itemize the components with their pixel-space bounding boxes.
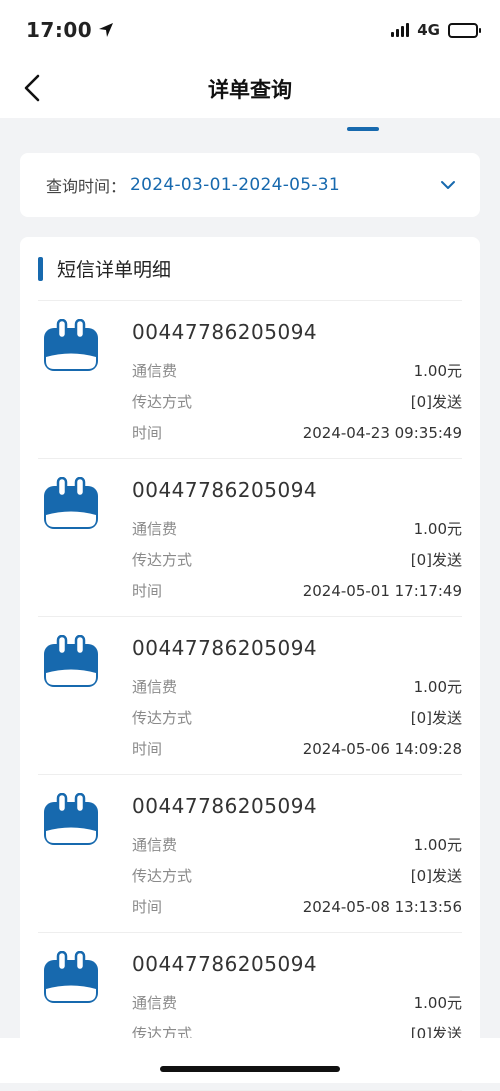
back-button[interactable] — [14, 70, 50, 106]
nav-bar: 详单查询 — [0, 60, 500, 118]
phone-number: 00447786205094 — [132, 320, 318, 344]
list-item: 00447786205094 通信费 1.00元 传达方式 [0]发送 时间 2… — [38, 459, 462, 617]
method-label: 传达方式 — [132, 393, 193, 411]
fee-label: 通信费 — [132, 994, 178, 1012]
sms-detail-card: 短信详单明细 00447786205094 通信费 1.00元 传达方式 [0]… — [20, 237, 480, 1091]
method-value: [0]发送 — [410, 551, 462, 569]
time-value: 2024-05-06 14:09:28 — [302, 739, 462, 758]
phone-number: 00447786205094 — [132, 952, 318, 976]
list-item: 00447786205094 通信费 1.00元 传达方式 [0]发送 时间 2… — [38, 301, 462, 459]
query-time-selector[interactable]: 查询时间： 2024-03-01-2024-05-31 — [20, 153, 480, 217]
fee-label: 通信费 — [132, 678, 178, 696]
fee-label: 通信费 — [132, 520, 178, 538]
method-row: 传达方式 [0]发送 — [132, 386, 462, 417]
phone-number: 00447786205094 — [132, 794, 318, 818]
page-title: 详单查询 — [208, 78, 292, 102]
signal-icon — [391, 23, 410, 37]
time-label: 时间 — [132, 740, 163, 758]
method-value: [0]发送 — [410, 867, 462, 885]
fee-label: 通信费 — [132, 836, 178, 854]
tab-indicator — [347, 127, 379, 131]
calendar-icon — [42, 617, 102, 774]
network-type: 4G — [417, 21, 440, 39]
fee-value: 1.00元 — [413, 994, 462, 1012]
bottom-safe-area — [0, 1038, 500, 1083]
query-time-value: 2024-03-01-2024-05-31 — [130, 175, 341, 195]
status-time-group: 17:00 — [26, 18, 114, 42]
phone-number: 00447786205094 — [132, 478, 318, 502]
time-value: 2024-05-08 13:13:56 — [302, 897, 462, 916]
location-arrow-icon — [99, 23, 114, 37]
time-label: 时间 — [132, 424, 163, 442]
section-title: 短信详单明细 — [57, 259, 172, 281]
record-body: 00447786205094 通信费 1.00元 传达方式 [0]发送 时间 2… — [132, 775, 462, 932]
time-value: 2024-05-01 17:17:49 — [302, 581, 462, 600]
list-item: 00447786205094 通信费 1.00元 传达方式 [0]发送 时间 2… — [38, 617, 462, 775]
calendar-icon — [42, 775, 102, 932]
fee-value: 1.00元 — [413, 362, 462, 380]
fee-row: 通信费 1.00元 — [132, 987, 462, 1018]
method-value: [0]发送 — [410, 393, 462, 411]
method-value: [0]发送 — [410, 709, 462, 727]
phone-number: 00447786205094 — [132, 636, 318, 660]
time-row: 时间 2024-05-01 17:17:49 — [132, 575, 462, 606]
time-row: 时间 2024-05-08 13:13:56 — [132, 891, 462, 922]
time-row: 时间 2024-04-23 09:35:49 — [132, 417, 462, 448]
record-list: 00447786205094 通信费 1.00元 传达方式 [0]发送 时间 2… — [38, 301, 462, 1091]
time-value: 2024-04-23 09:35:49 — [302, 423, 462, 442]
battery-icon — [448, 22, 481, 38]
chevron-down-icon — [438, 175, 458, 195]
time-row: 时间 2024-05-06 14:09:28 — [132, 733, 462, 764]
status-time: 17:00 — [26, 18, 93, 42]
fee-row: 通信费 1.00元 — [132, 513, 462, 544]
chevron-left-icon — [24, 74, 40, 102]
method-label: 传达方式 — [132, 709, 193, 727]
method-row: 传达方式 [0]发送 — [132, 544, 462, 575]
method-label: 传达方式 — [132, 867, 193, 885]
fee-row: 通信费 1.00元 — [132, 829, 462, 860]
fee-value: 1.00元 — [413, 836, 462, 854]
method-row: 传达方式 [0]发送 — [132, 702, 462, 733]
status-indicators: 4G — [391, 21, 481, 39]
section-accent-bar — [38, 256, 43, 281]
method-label: 传达方式 — [132, 551, 193, 569]
fee-value: 1.00元 — [413, 520, 462, 538]
record-body: 00447786205094 通信费 1.00元 传达方式 [0]发送 时间 2… — [132, 617, 462, 774]
time-label: 时间 — [132, 898, 163, 916]
query-time-label: 查询时间： — [46, 177, 127, 196]
fee-label: 通信费 — [132, 362, 178, 380]
home-indicator[interactable] — [160, 1066, 340, 1072]
record-body: 00447786205094 通信费 1.00元 传达方式 [0]发送 时间 2… — [132, 459, 462, 616]
calendar-icon — [42, 459, 102, 616]
time-label: 时间 — [132, 582, 163, 600]
fee-value: 1.00元 — [413, 678, 462, 696]
fee-row: 通信费 1.00元 — [132, 355, 462, 386]
fee-row: 通信费 1.00元 — [132, 671, 462, 702]
record-body: 00447786205094 通信费 1.00元 传达方式 [0]发送 时间 2… — [132, 301, 462, 458]
section-header: 短信详单明细 — [38, 237, 462, 301]
calendar-icon — [42, 301, 102, 458]
list-item: 00447786205094 通信费 1.00元 传达方式 [0]发送 时间 2… — [38, 775, 462, 933]
status-bar: 17:00 4G — [0, 0, 500, 60]
method-row: 传达方式 [0]发送 — [132, 860, 462, 891]
